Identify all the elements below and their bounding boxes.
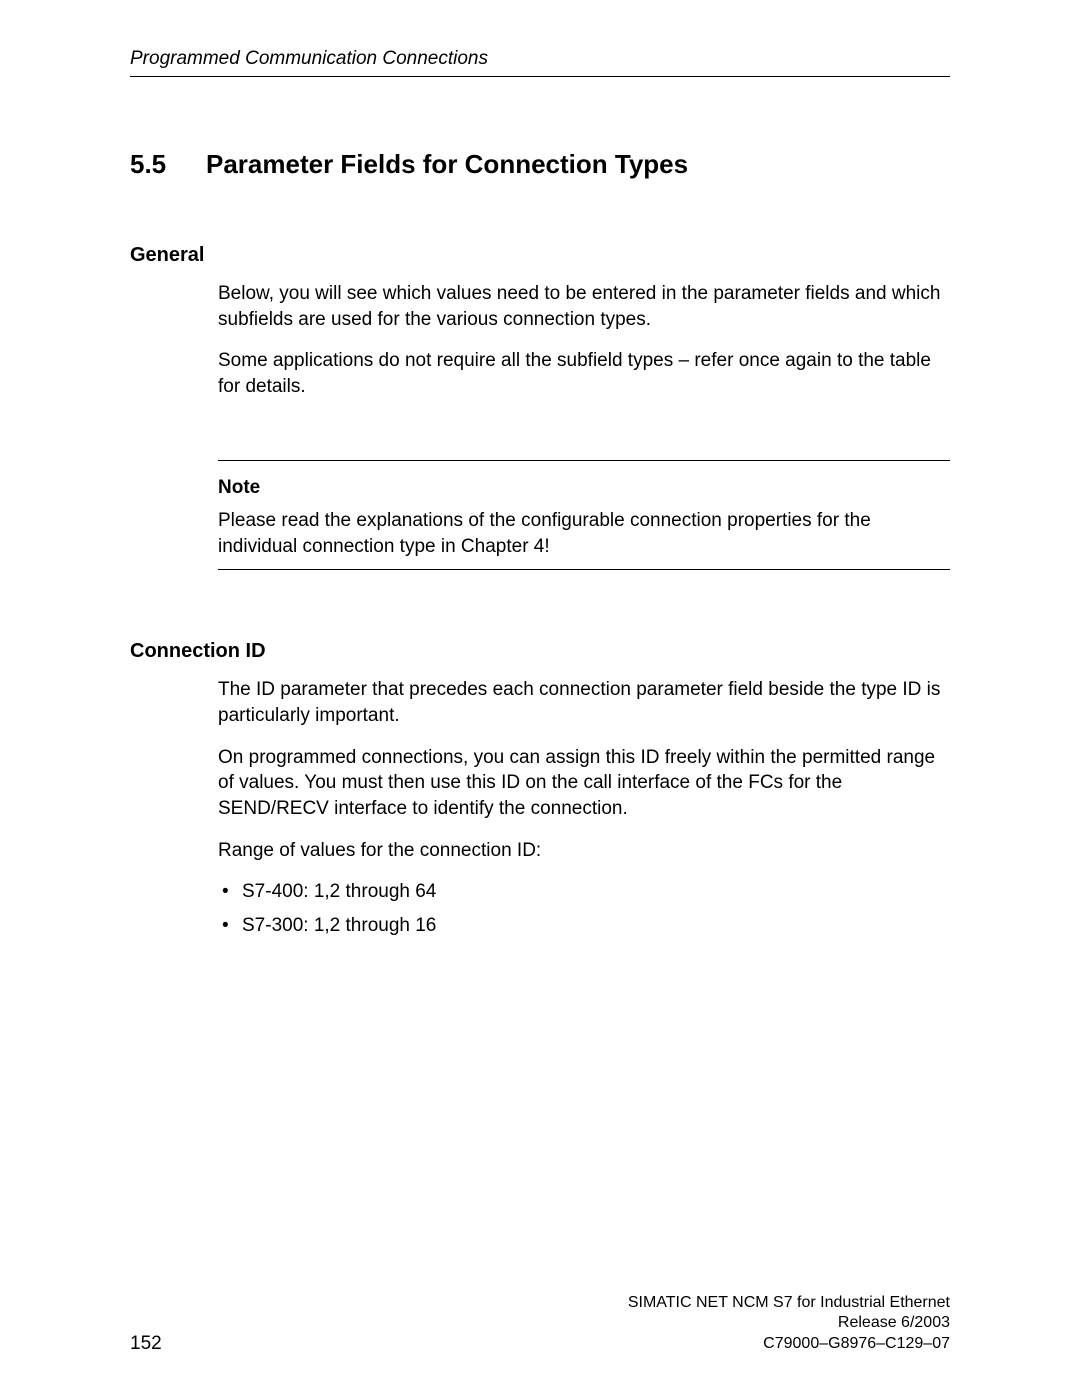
page-footer: 152 SIMATIC NET NCM S7 for Industrial Et… [130,1293,950,1355]
section-heading: 5.5 Parameter Fields for Connection Type… [130,149,950,180]
note-text: Please read the explanations of the conf… [218,508,950,559]
note-box: Note Please read the explanations of the… [218,460,950,571]
running-header: Programmed Communication Connections [130,48,950,77]
page-content: Programmed Communication Connections 5.5… [130,48,950,1357]
list-item: S7-400: 1,2 through 64 [218,879,950,905]
list-item: S7-300: 1,2 through 16 [218,913,950,939]
subheading-connection-id: Connection ID [130,640,950,663]
paragraph: The ID parameter that precedes each conn… [218,677,950,728]
footer-doc-id: C79000–G8976–C129–07 [628,1334,950,1355]
bullet-list: S7-400: 1,2 through 64 S7-300: 1,2 throu… [218,879,950,938]
page-number: 152 [130,1333,162,1355]
note-label: Note [218,475,950,501]
subheading-general: General [130,244,950,267]
footer-doc-title: SIMATIC NET NCM S7 for Industrial Ethern… [628,1293,950,1314]
section-title: Parameter Fields for Connection Types [206,149,688,180]
paragraph: On programmed connections, you can assig… [218,745,950,822]
paragraph: Some applications do not require all the… [218,348,950,399]
footer-meta: SIMATIC NET NCM S7 for Industrial Ethern… [628,1293,950,1355]
paragraph: Range of values for the connection ID: [218,838,950,864]
section-number: 5.5 [130,149,206,180]
connection-id-body: The ID parameter that precedes each conn… [218,677,950,938]
footer-release: Release 6/2003 [628,1313,950,1334]
paragraph: Below, you will see which values need to… [218,281,950,332]
general-body: Below, you will see which values need to… [218,281,950,400]
